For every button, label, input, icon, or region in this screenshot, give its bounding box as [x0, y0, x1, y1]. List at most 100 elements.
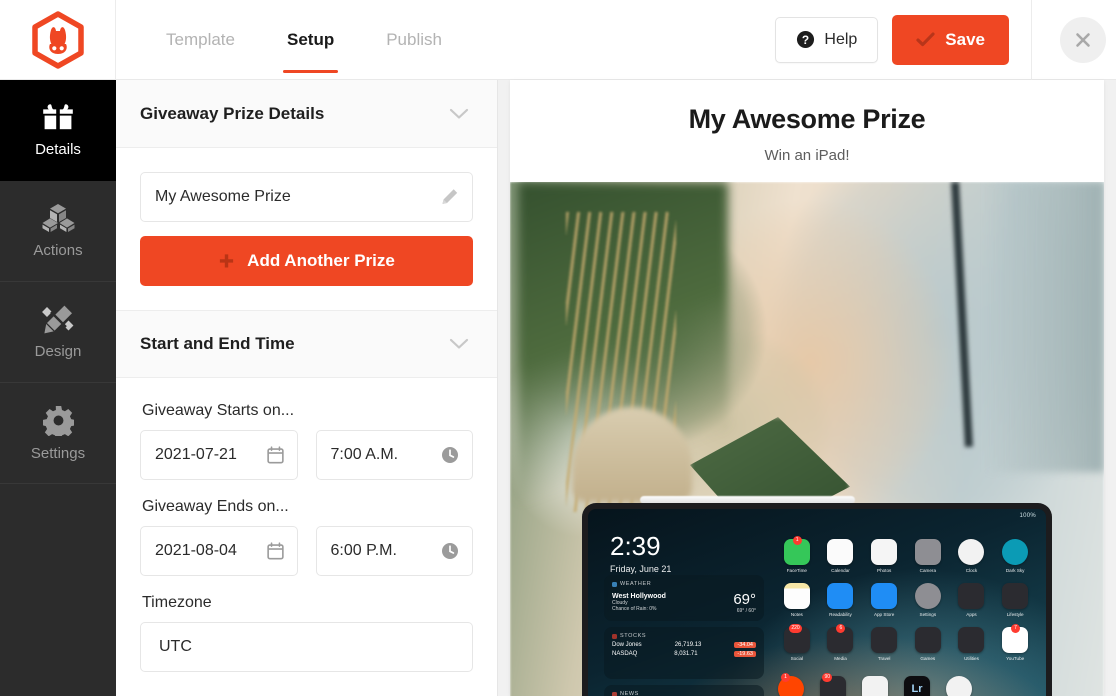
gear-icon — [42, 405, 74, 436]
app-icon-item[interactable]: Lifestyle — [996, 583, 1034, 617]
app-label: Games — [920, 656, 936, 661]
app-icon-item[interactable]: Utilities — [953, 627, 991, 661]
timezone-field — [140, 622, 473, 672]
weather-detail: Chance of Rain: 0% — [612, 606, 657, 612]
chevron-down-icon[interactable] — [449, 338, 469, 350]
weather-temp: 69° — [733, 591, 756, 608]
app-icon-item[interactable]: Travel — [865, 627, 903, 661]
end-time-field — [315, 526, 473, 576]
app-icon-item[interactable]: Photos — [865, 539, 903, 573]
giveaway-preview: My Awesome Prize Win an iPad! 100% 2:39 … — [510, 80, 1104, 696]
start-time-input[interactable] — [315, 430, 473, 480]
dark-sky-icon — [1002, 539, 1029, 565]
add-another-prize-label: Add Another Prize — [247, 251, 395, 270]
readability-icon — [827, 583, 854, 609]
games-folder-icon — [914, 627, 941, 653]
ipad-stocks-widget: STOCKS Dow Jones 26,719.13 -34.04 NASDAQ… — [604, 627, 764, 679]
prize-name-input[interactable] — [140, 172, 473, 222]
weather-high-low: 69° / 60° — [736, 608, 756, 614]
tab-publish-label: Publish — [386, 29, 442, 49]
end-datetime-row — [140, 526, 473, 576]
app-icon-item[interactable]: 6 Media — [822, 624, 860, 661]
dock-icon-item[interactable]: 1 — [778, 673, 804, 696]
stocks-name: NASDAQ — [612, 651, 638, 657]
tab-setup-label: Setup — [286, 29, 335, 49]
ipad-clock: 2:39 Friday, June 21 — [610, 533, 671, 574]
calendar-app-icon — [827, 539, 854, 565]
sidebar-item-details-label: Details — [35, 141, 81, 158]
dock-badge: 90 — [822, 673, 832, 682]
close-button[interactable] — [1060, 16, 1106, 63]
chrome-icon — [946, 676, 972, 696]
top-bar: Template Setup Publish ? Help Save — [0, 0, 1116, 80]
app-icon-item[interactable]: Notes — [778, 583, 816, 617]
app-icon-item[interactable]: App Store — [865, 583, 903, 617]
sidebar-item-actions[interactable]: Actions — [0, 181, 116, 282]
question-mark-circle-icon: ? — [797, 30, 815, 49]
app-label: Calendar — [831, 568, 850, 573]
lightroom-icon: Lr — [904, 676, 930, 696]
notes-icon — [783, 583, 810, 609]
end-time-input[interactable] — [315, 526, 473, 576]
app-icon-item[interactable]: 1 FaceTime — [778, 536, 816, 573]
app-icon-item[interactable]: Settings — [909, 583, 947, 617]
save-button[interactable]: Save — [892, 14, 1009, 65]
preview-subtitle: Win an iPad! — [764, 147, 850, 164]
app-label: Readability — [829, 612, 852, 617]
app-label: YouTube — [1006, 656, 1025, 661]
apps-folder-icon — [958, 583, 985, 609]
clock-app-icon — [958, 539, 985, 565]
dock-icon-item[interactable]: Lr — [904, 676, 930, 696]
stocks-value: 26,719.13 — [674, 642, 702, 648]
lifestyle-folder-icon — [1002, 583, 1029, 609]
app-label: Camera — [919, 568, 936, 573]
app-icon-item[interactable]: Clock — [953, 539, 991, 573]
tab-setup[interactable]: Setup — [261, 0, 360, 80]
app-icon-item[interactable]: 7 YouTube — [996, 624, 1034, 661]
app-icon-item[interactable]: Readability — [822, 583, 860, 617]
stocks-name: Dow Jones — [612, 642, 642, 648]
timezone-input[interactable] — [140, 622, 473, 672]
rafflepress-giveaway-builder: Template Setup Publish ? Help Save Detai… — [0, 0, 1116, 696]
dock-icon-item[interactable]: 90 — [820, 673, 846, 696]
dock-icon-item[interactable] — [862, 676, 888, 696]
end-date-label: Giveaway Ends on... — [142, 498, 289, 515]
sidebar-item-settings[interactable]: Settings — [0, 383, 116, 484]
ipad-time: 2:39 — [610, 531, 661, 561]
app-label: Travel — [877, 656, 891, 661]
gift-icon — [43, 104, 73, 130]
accordion-header-prize-details[interactable]: Giveaway Prize Details — [116, 80, 497, 148]
prize-section-title: Giveaway Prize Details — [140, 103, 325, 123]
stocks-row: NASDAQ 8,031.71 -19.63 — [612, 651, 756, 657]
accordion-header-start-end-time[interactable]: Start and End Time — [116, 310, 497, 378]
stocks-value: 8,031.71 — [674, 651, 698, 657]
dock-icon-item[interactable] — [946, 676, 972, 696]
app-icon-item[interactable]: Games — [909, 627, 947, 661]
app-badge: 1 — [792, 536, 802, 545]
sidebar-item-design[interactable]: Design — [0, 282, 116, 383]
stocks-widget-header: STOCKS — [612, 633, 756, 639]
add-another-prize-button[interactable]: Add Another Prize — [140, 236, 473, 286]
blocks-icon — [42, 204, 75, 232]
app-logo[interactable] — [0, 0, 116, 80]
app-icon-item[interactable]: Camera — [909, 539, 947, 573]
app-label: Clock — [965, 568, 978, 573]
app-icon-item[interactable]: Dark Sky — [996, 539, 1034, 573]
timezone-label: Timezone — [142, 594, 212, 611]
app-icon-item[interactable]: Apps — [953, 583, 991, 617]
preview-title: My Awesome Prize — [688, 104, 926, 134]
chevron-down-icon[interactable] — [449, 108, 469, 120]
end-date-input[interactable] — [140, 526, 298, 576]
app-icon-item[interactable]: 220 Social — [778, 624, 816, 661]
start-date-input[interactable] — [140, 430, 298, 480]
app-icon-item[interactable]: Calendar — [822, 539, 860, 573]
time-section-title: Start and End Time — [140, 334, 295, 353]
app-label: Apps — [966, 612, 977, 617]
help-button[interactable]: ? Help — [775, 16, 879, 63]
tab-publish[interactable]: Publish — [360, 0, 468, 80]
svg-text:?: ? — [802, 33, 809, 47]
sidebar-item-design-label: Design — [34, 343, 82, 360]
app-label: Photos — [877, 568, 892, 573]
sidebar-item-details[interactable]: Details — [0, 80, 116, 181]
tab-template[interactable]: Template — [140, 0, 261, 80]
